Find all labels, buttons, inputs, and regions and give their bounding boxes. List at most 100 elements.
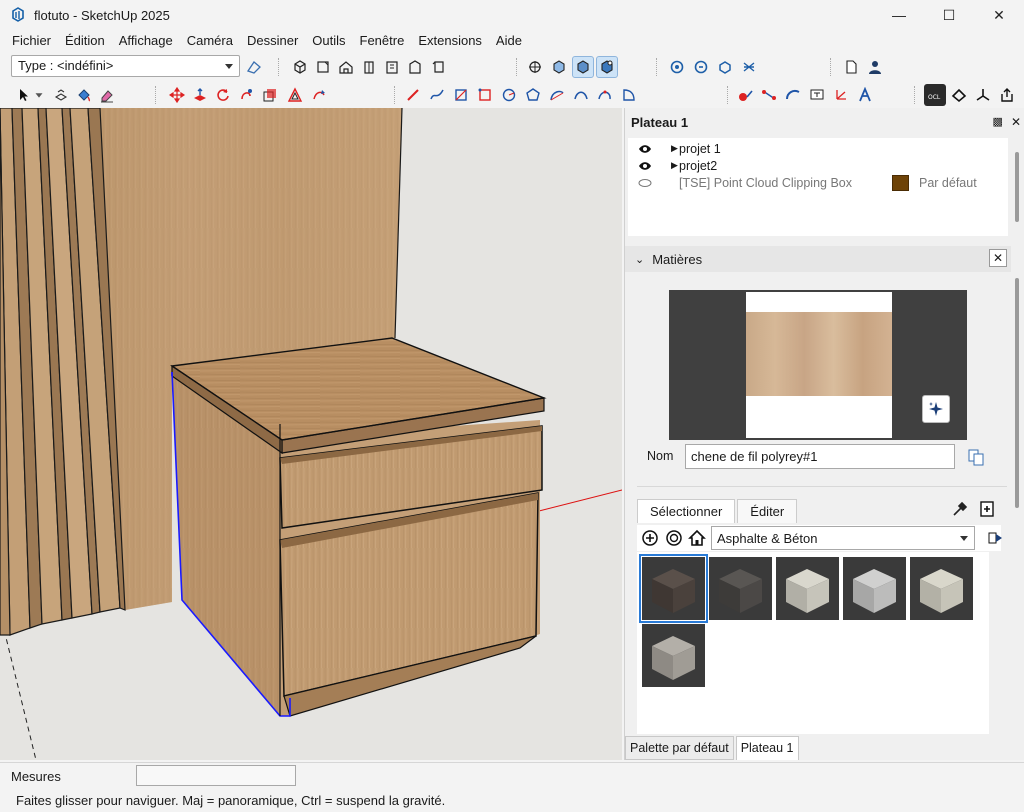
menu-aide[interactable]: Aide [489,30,529,52]
text-tool-icon[interactable] [806,84,828,106]
component-options-icon[interactable] [666,56,688,78]
export-share-icon[interactable] [996,84,1018,106]
component-tool-icon[interactable] [50,84,72,106]
new-document-icon[interactable] [840,56,862,78]
material-swatch[interactable] [843,557,906,620]
interact-icon[interactable] [738,56,760,78]
create-material-icon[interactable] [979,500,995,518]
tape-measure-icon[interactable] [734,84,756,106]
scroll-thumb[interactable] [1015,278,1019,508]
tab-select[interactable]: Sélectionner [637,499,736,523]
rotated-rectangle-icon[interactable] [474,84,496,106]
select-arrow-dropdown[interactable] [32,84,46,106]
menu-fenetre[interactable]: Fenêtre [353,30,412,52]
expand-triangle-icon[interactable]: ▶ [671,160,678,171]
eye-hidden-icon[interactable] [638,178,652,188]
menu-affichage[interactable]: Affichage [112,30,180,52]
dynamic-components-icon[interactable] [714,56,736,78]
back-view-icon[interactable] [381,56,403,78]
follow-me-icon[interactable] [235,84,257,106]
axes-extension-icon[interactable] [972,84,994,106]
tag-row[interactable]: ▶ projet 1 [628,140,1008,157]
flip-tool-icon[interactable] [308,84,330,106]
close-tray-icon[interactable]: ✕ [1011,115,1021,129]
sparkle-ai-button[interactable] [922,395,950,423]
push-pull-icon[interactable] [189,84,211,106]
menu-edition[interactable]: Édition [58,30,112,52]
protractor-icon[interactable] [782,84,804,106]
3d-text-icon[interactable] [854,84,876,106]
tags-scrollbar[interactable] [1011,138,1023,236]
tag-color-swatch[interactable] [892,174,909,191]
minimize-button[interactable]: — [874,0,924,30]
tab-plateau-1[interactable]: Plateau 1 [735,736,799,760]
tag-row[interactable]: ▶ projet2 [628,157,1008,174]
scroll-thumb[interactable] [1015,152,1019,222]
in-model-icon[interactable] [665,529,683,547]
component-attributes-icon[interactable] [690,56,712,78]
type-dropdown[interactable]: Type : <indéfini> [11,55,240,77]
add-collection-icon[interactable] [641,529,659,547]
scale-tool-icon[interactable] [259,84,281,106]
details-arrow-icon[interactable] [987,530,1003,546]
left-view-icon[interactable] [404,56,426,78]
eraser-icon[interactable] [96,84,118,106]
xray-icon[interactable] [524,56,546,78]
select-arrow-icon[interactable] [12,84,34,106]
material-swatch[interactable] [709,557,772,620]
close-materials-button[interactable]: ✕ [989,249,1007,267]
arc-tool-icon[interactable] [546,84,568,106]
axes-tool-icon[interactable] [830,84,852,106]
line-tool-icon[interactable] [402,84,424,106]
tab-edit[interactable]: Éditer [737,499,798,523]
three-point-arc-icon[interactable] [594,84,616,106]
close-window-button[interactable]: ✕ [974,0,1024,30]
model-render[interactable] [0,108,622,760]
bottom-view-icon[interactable] [428,56,450,78]
maximize-button[interactable]: ☐ [924,0,974,30]
menu-dessiner[interactable]: Dessiner [240,30,305,52]
material-library-dropdown[interactable]: Asphalte & Béton [711,526,975,550]
menu-outils[interactable]: Outils [305,30,352,52]
eyedropper-icon[interactable] [951,500,969,518]
pin-icon[interactable]: ▩ [993,115,1003,129]
material-swatch[interactable] [776,557,839,620]
materials-header[interactable]: ⌄ Matières ✕ [625,246,1011,272]
tag-row[interactable]: [TSE] Point Cloud Clipping Box Par défau… [628,174,1008,191]
paint-tag-icon[interactable] [243,56,265,78]
measurements-input[interactable] [136,765,296,786]
material-name-field[interactable]: chene de fil polyrey#1 [685,444,955,469]
wireframe-icon[interactable] [548,56,570,78]
menu-camera[interactable]: Caméra [180,30,240,52]
top-view-icon[interactable] [312,56,334,78]
menu-extensions[interactable]: Extensions [411,30,489,52]
two-point-arc-icon[interactable] [570,84,592,106]
material-swatch[interactable] [639,554,708,623]
rotate-tool-icon[interactable] [212,84,234,106]
offset-tool-icon[interactable] [284,84,306,106]
materials-scrollbar[interactable] [1011,272,1023,734]
drawing-viewport[interactable] [0,108,622,760]
copy-material-icon[interactable] [967,448,985,466]
tab-default-palette[interactable]: Palette par défaut [625,736,734,760]
rectangle-tool-icon[interactable] [450,84,472,106]
eye-visible-icon[interactable] [638,144,652,154]
polygon-tool-icon[interactable] [522,84,544,106]
right-view-icon[interactable] [358,56,380,78]
user-account-icon[interactable] [864,56,886,78]
dimension-tool-icon[interactable] [758,84,780,106]
tag-dash-style[interactable]: Par défaut [919,176,977,190]
material-swatch[interactable] [642,624,705,687]
circle-tool-icon[interactable] [498,84,520,106]
ocl-extension-icon[interactable]: OCL [924,84,946,106]
shaded-textures-icon[interactable] [596,56,618,78]
freehand-tool-icon[interactable] [426,84,448,106]
iso-view-icon[interactable] [289,56,311,78]
menu-fichier[interactable]: Fichier [5,30,58,52]
shaded-icon[interactable] [572,56,594,78]
pie-tool-icon[interactable] [618,84,640,106]
paint-bucket-icon[interactable] [73,84,95,106]
extension-tool-icon[interactable] [948,84,970,106]
expand-triangle-icon[interactable]: ▶ [671,143,678,154]
home-icon[interactable] [688,529,706,547]
